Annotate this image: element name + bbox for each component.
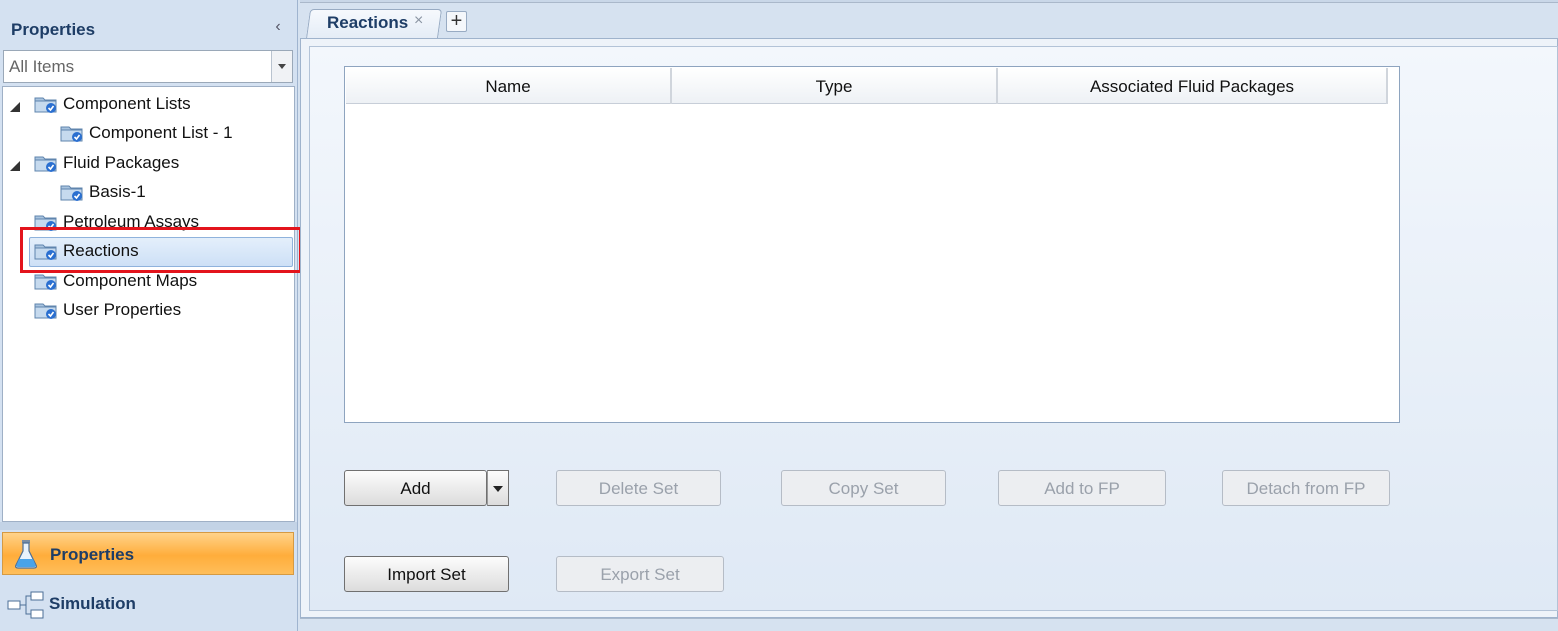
- export-set-button[interactable]: Export Set: [556, 556, 724, 592]
- add-tab-button[interactable]: +: [446, 11, 467, 32]
- reaction-sets-table[interactable]: Name Type Associated Fluid Packages: [344, 66, 1400, 423]
- tree-item-label: Component List - 1: [89, 123, 233, 142]
- tree-item-label: Fluid Packages: [63, 153, 180, 172]
- tree-item-component-list-1[interactable]: Component List - 1: [3, 119, 293, 147]
- folder-check-icon: [34, 300, 58, 320]
- filter-combobox[interactable]: [3, 50, 293, 83]
- detach-from-fp-button[interactable]: Detach from FP: [1222, 470, 1390, 506]
- folder-check-icon: [60, 182, 84, 202]
- flask-icon: [13, 539, 39, 574]
- tree-item-label: Component Maps: [63, 271, 198, 290]
- import-set-button[interactable]: Import Set: [344, 556, 509, 592]
- folder-check-icon: [34, 153, 58, 173]
- close-icon[interactable]: ×: [414, 12, 423, 30]
- highlight-annotation-box: [20, 227, 302, 273]
- nav-splitter[interactable]: [0, 522, 297, 530]
- add-dropdown-chevron-down-icon[interactable]: [487, 470, 509, 506]
- column-header-associated-fluid-packages[interactable]: Associated Fluid Packages: [998, 68, 1388, 104]
- collapse-panel-icon[interactable]: ‹: [270, 18, 286, 36]
- tree-item-component-lists[interactable]: Component Lists: [3, 90, 293, 118]
- column-header-name[interactable]: Name: [346, 68, 672, 104]
- chevron-down-icon[interactable]: [271, 51, 292, 82]
- panel-title: Properties: [11, 20, 96, 39]
- app-window: Properties ‹ Component Lists: [0, 0, 1558, 631]
- folder-check-icon: [60, 123, 84, 143]
- filter-input[interactable]: [4, 51, 272, 82]
- tree-item-label: User Properties: [63, 300, 182, 319]
- nav-simulation-button[interactable]: Simulation: [2, 582, 294, 625]
- tree-item-user-properties[interactable]: User Properties: [3, 296, 293, 324]
- tree-item-label: Basis-1: [89, 182, 146, 201]
- status-strip: [300, 618, 1558, 631]
- nav-properties-label: Properties: [50, 545, 135, 564]
- copy-set-button[interactable]: Copy Set: [781, 470, 946, 506]
- expand-triangle-icon[interactable]: [9, 157, 21, 171]
- add-button[interactable]: Add: [344, 470, 487, 506]
- nav-simulation-label: Simulation: [49, 594, 136, 613]
- add-to-fp-button[interactable]: Add to FP: [998, 470, 1166, 506]
- tab-strip: [300, 0, 1558, 40]
- delete-set-button[interactable]: Delete Set: [556, 470, 721, 506]
- folder-check-icon: [34, 271, 58, 291]
- nav-properties-button[interactable]: Properties: [2, 532, 294, 575]
- top-border: [300, 0, 1558, 3]
- flowsheet-icon: [7, 591, 47, 624]
- properties-panel: Properties ‹ Component Lists: [0, 0, 302, 631]
- tab-reactions-label[interactable]: Reactions: [327, 13, 408, 33]
- tree-item-fluid-packages[interactable]: Fluid Packages: [3, 149, 293, 177]
- column-header-type[interactable]: Type: [672, 68, 998, 104]
- tree-item-basis-1[interactable]: Basis-1: [3, 178, 293, 206]
- table-header: Name Type Associated Fluid Packages: [346, 68, 1388, 104]
- folder-check-icon: [34, 94, 58, 114]
- expand-triangle-icon[interactable]: [9, 98, 21, 112]
- properties-tree: Component Lists Component List - 1 Fluid…: [2, 86, 295, 522]
- tree-item-label: Component Lists: [63, 94, 191, 113]
